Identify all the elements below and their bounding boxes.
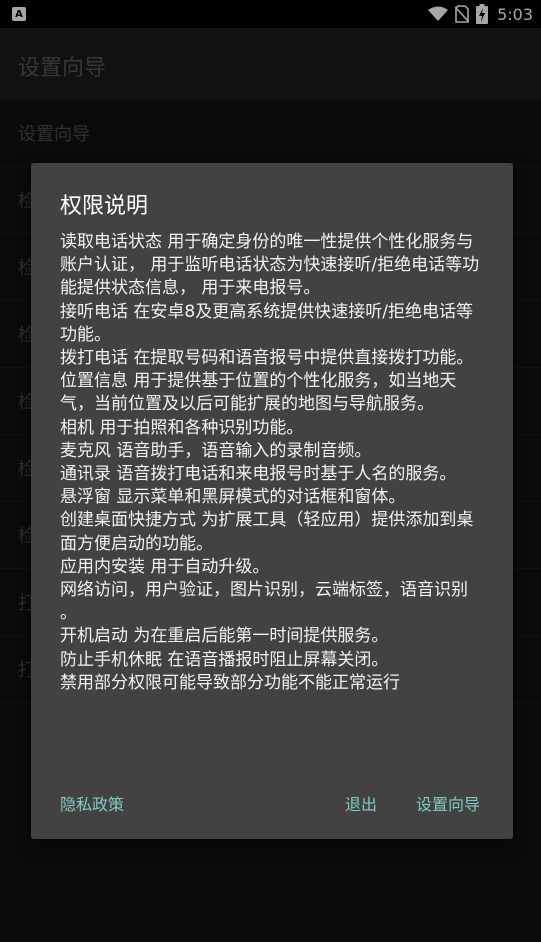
dialog-message: 读取电话状态 用于确定身份的唯一性提供个性化服务与账户认证， 用于监听电话状态为…: [60, 232, 480, 693]
privacy-policy-button[interactable]: 隐私政策: [60, 791, 124, 815]
dialog-title: 权限说明: [60, 194, 149, 219]
exit-button[interactable]: 退出: [345, 791, 377, 815]
permission-dialog: 权限说明 读取电话状态 用于确定身份的唯一性提供个性化服务与账户认证， 用于监听…: [31, 163, 513, 839]
dialog-actions: 隐私政策 退出 设置向导: [31, 763, 513, 839]
setup-wizard-button[interactable]: 设置向导: [416, 791, 480, 815]
